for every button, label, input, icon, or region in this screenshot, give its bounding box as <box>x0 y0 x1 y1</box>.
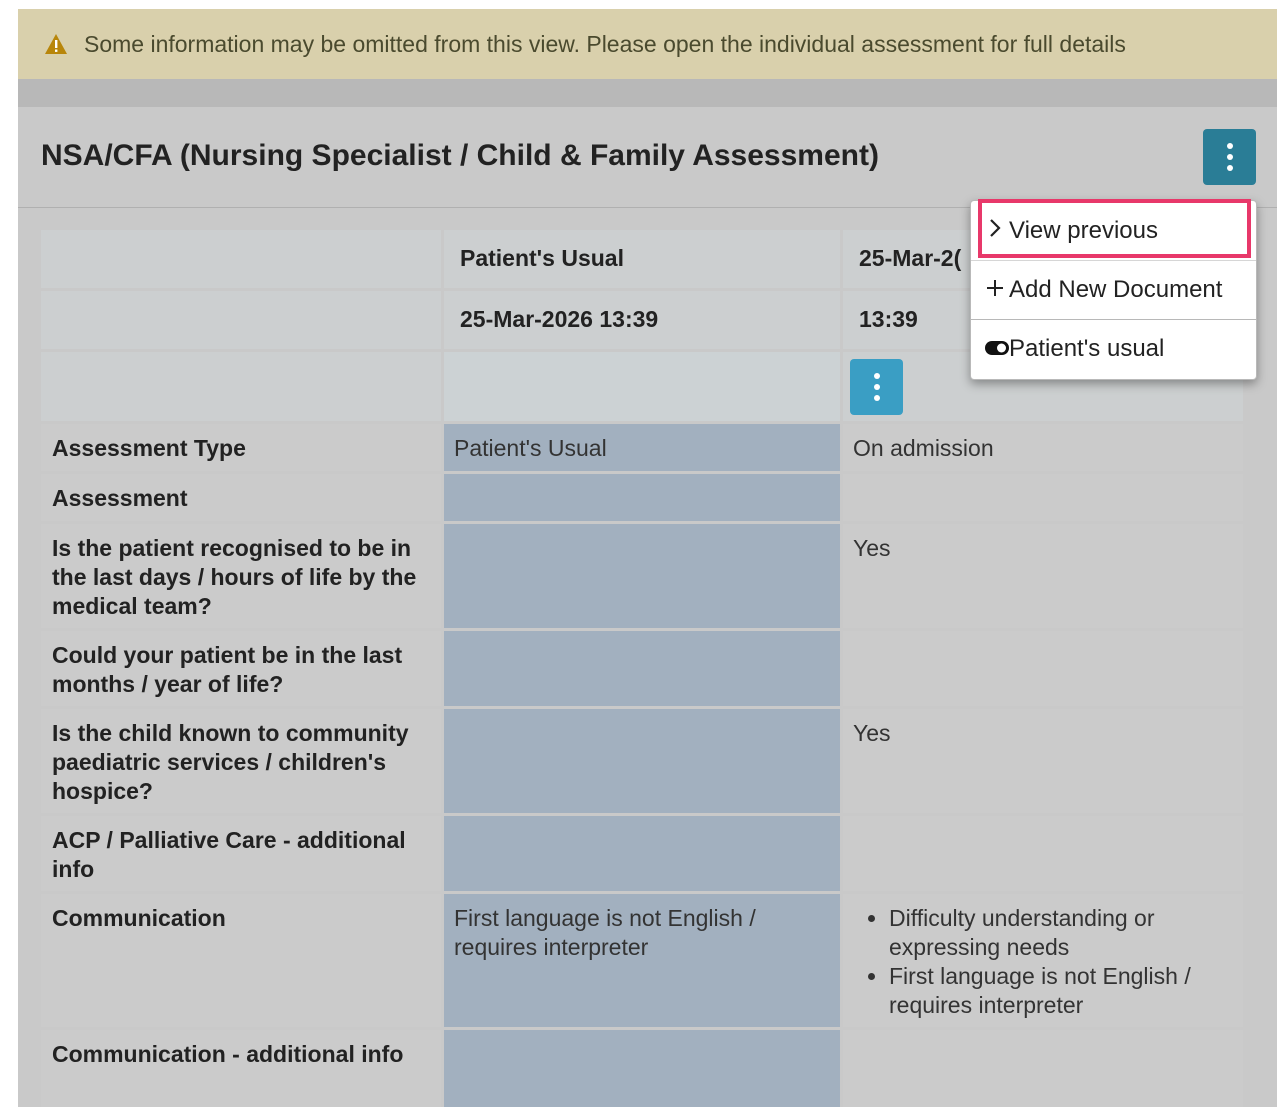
usual-value <box>444 631 840 706</box>
plus-icon <box>985 276 1005 304</box>
panel-more-options-button[interactable] <box>1203 129 1256 185</box>
assessment-value: Yes <box>843 709 1243 813</box>
panel-header: NSA/CFA (Nursing Specialist / Child & Fa… <box>18 107 1277 208</box>
column-more-options-button[interactable] <box>850 359 903 415</box>
row-label: Could your patient be in the last months… <box>41 631 441 706</box>
usual-value: First language is not English / requires… <box>444 894 840 1027</box>
list-item: First language is not English / requires… <box>889 962 1235 1020</box>
assessment-value <box>843 816 1243 891</box>
row-label: Assessment Type <box>41 424 441 471</box>
assessment-value-list: Difficulty understanding or expressing n… <box>843 894 1243 1027</box>
table-row: Communication - additional info <box>41 1030 1243 1107</box>
menu-item-label: Patient's usual <box>1009 335 1165 362</box>
table-row: Could your patient be in the last months… <box>41 631 1243 706</box>
usual-value: Patient's Usual <box>444 424 840 471</box>
list-item: Difficulty understanding or expressing n… <box>889 904 1235 962</box>
warning-text: Some information may be omitted from thi… <box>84 30 1126 57</box>
usual-value <box>444 524 840 628</box>
row-label: Is the patient recognised to be in the l… <box>41 524 441 628</box>
row-label: Communication <box>41 894 441 1027</box>
table-row: ACP / Palliative Care - additional info <box>41 816 1243 891</box>
row-label: Communication - additional info <box>41 1030 441 1107</box>
row-label: ACP / Palliative Care - additional info <box>41 816 441 891</box>
usual-value <box>444 1030 840 1107</box>
usual-value <box>444 474 840 521</box>
highlight-box <box>978 199 1251 258</box>
table-row: Is the patient recognised to be in the l… <box>41 524 1243 628</box>
menu-item-patients-usual[interactable]: Patient's usual <box>971 319 1256 378</box>
assessment-value: On admission <box>843 424 1243 471</box>
warning-banner: Some information may be omitted from thi… <box>18 9 1277 79</box>
assessment-value <box>843 1030 1243 1107</box>
row-label: Is the child known to community paediatr… <box>41 709 441 813</box>
table-row: Assessment <box>41 474 1243 521</box>
usual-value <box>444 816 840 891</box>
toggle-icon <box>985 335 1009 363</box>
table-row: Is the child known to community paediatr… <box>41 709 1243 813</box>
table-row: Communication First language is not Engl… <box>41 894 1243 1027</box>
assessment-value <box>843 631 1243 706</box>
panel-top-strip <box>18 79 1277 107</box>
warning-triangle-icon <box>45 34 67 54</box>
assessment-value <box>843 474 1243 521</box>
usual-value <box>444 709 840 813</box>
kebab-icon <box>873 373 880 379</box>
table-row: Assessment Type Patient's Usual On admis… <box>41 424 1243 471</box>
usual-column-header: Patient's Usual <box>444 230 840 288</box>
assessment-value: Yes <box>843 524 1243 628</box>
menu-item-label: Add New Document <box>1009 276 1223 303</box>
panel-title: NSA/CFA (Nursing Specialist / Child & Fa… <box>41 139 879 172</box>
usual-column-date: 25-Mar-2026 13:39 <box>444 291 840 349</box>
menu-item-add-new-document[interactable]: Add New Document <box>971 260 1256 319</box>
row-label: Assessment <box>41 474 441 521</box>
kebab-icon <box>1226 143 1233 149</box>
